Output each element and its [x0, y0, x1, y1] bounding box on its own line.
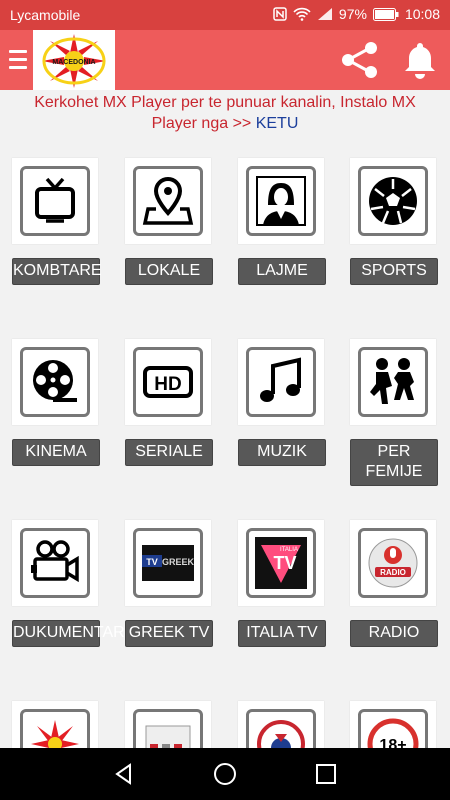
- app-bar: MACEDONIA: [0, 30, 450, 90]
- category-label: KINEMA: [12, 439, 100, 466]
- category-label: LAJME: [238, 258, 326, 285]
- category-label: LOKALE: [125, 258, 213, 285]
- category-label: SPORTS: [350, 258, 438, 285]
- share-icon[interactable]: [338, 40, 382, 80]
- music-note-icon: [260, 357, 301, 402]
- bell-icon[interactable]: [400, 40, 440, 80]
- hd-text: HD: [154, 374, 181, 395]
- category-label: RADIO: [350, 620, 438, 647]
- location-pin-icon: [142, 176, 194, 225]
- battery-percent: 97%: [338, 6, 367, 22]
- tv-icon: [35, 177, 75, 223]
- radio-icon: RADIO: [368, 538, 418, 588]
- category-label: KOMBTARE: [12, 258, 102, 285]
- film-reel-icon: [33, 360, 77, 402]
- nfc-icon: [273, 7, 287, 21]
- hd-icon: HD: [143, 366, 193, 398]
- news-anchor-icon: [256, 176, 306, 226]
- battery-icon: [372, 7, 399, 21]
- carrier-name: Lycamobile: [10, 7, 81, 23]
- wifi-icon: [293, 7, 311, 21]
- video-camera-icon: [31, 540, 79, 583]
- clock-time: 10:08: [404, 6, 440, 22]
- hamburger-menu-icon[interactable]: [9, 50, 27, 70]
- category-label: GREEK TV: [125, 620, 213, 647]
- logo-text: MACEDONIA: [52, 59, 95, 66]
- greek-tv-word: GREEK: [162, 557, 194, 567]
- category-label: DUKUMENTARE: [12, 620, 135, 647]
- soccer-ball-icon: [369, 177, 417, 225]
- status-bar: Lycamobile 97% 10:08: [0, 0, 450, 30]
- back-icon[interactable]: [112, 762, 136, 786]
- greek-tv-badge: TV: [146, 557, 158, 567]
- macedonia-logo: MACEDONIA: [33, 30, 115, 90]
- greek-tv-icon: TV GREEK: [142, 545, 194, 581]
- system-navigation-bar: [0, 748, 450, 800]
- italia-tv-word: TV: [273, 553, 296, 573]
- mx-player-notice: Kerkohet MX Player per te punuar kanalin…: [10, 92, 440, 134]
- italia-tv-icon: ITALIATV: [255, 537, 307, 589]
- notice-text: Kerkohet MX Player per te punuar kanalin…: [34, 94, 416, 132]
- category-label: MUZIK: [238, 439, 326, 466]
- home-icon[interactable]: [213, 762, 237, 786]
- radio-text: RADIO: [380, 568, 406, 577]
- kids-icon: [370, 358, 414, 404]
- signal-icon: [317, 8, 332, 20]
- category-label: SERIALE: [125, 439, 213, 466]
- notice-link[interactable]: KETU: [256, 115, 299, 132]
- recents-icon[interactable]: [314, 762, 338, 786]
- category-label: PER FEMIJE: [350, 439, 438, 486]
- category-label: ITALIA TV: [238, 620, 326, 647]
